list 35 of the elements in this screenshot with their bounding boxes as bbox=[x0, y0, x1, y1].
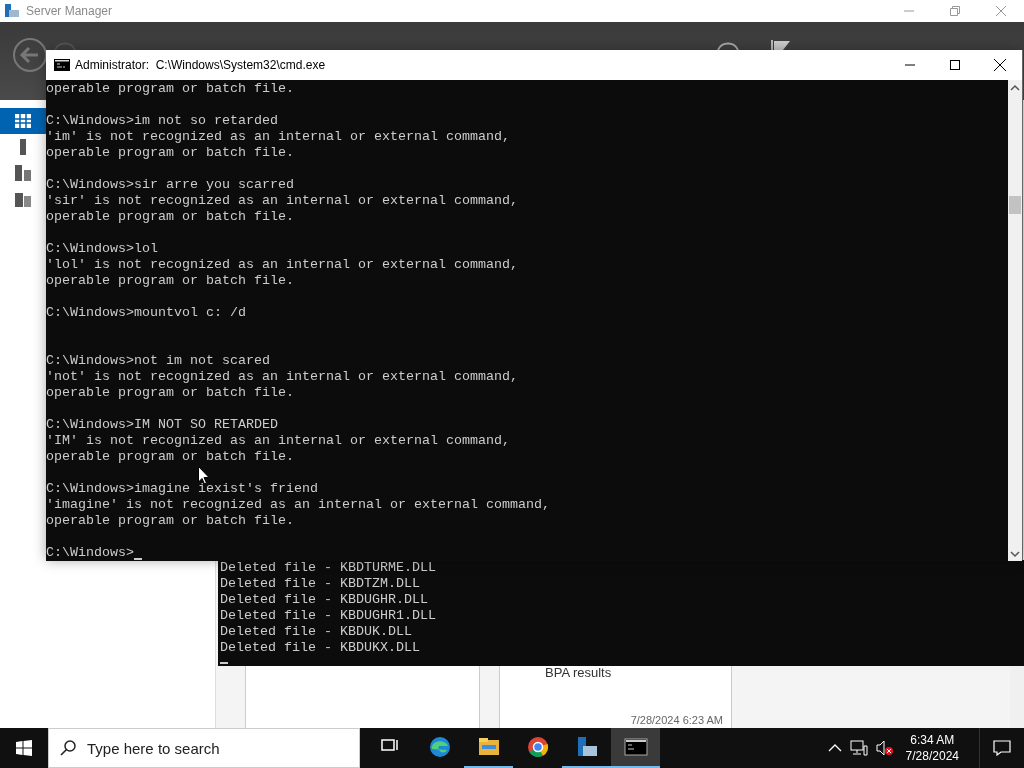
console-line: C:\Windows>sir arre you scarred bbox=[46, 177, 294, 193]
console-line: operable program or batch file. bbox=[46, 273, 294, 289]
console-line: C:\Windows>imagine iexist's friend bbox=[46, 481, 318, 497]
console-line: operable program or batch file. bbox=[46, 385, 294, 401]
console-line: C:\Windows>lol bbox=[46, 241, 158, 257]
console-line: operable program or batch file. bbox=[46, 209, 294, 225]
window-title: Server Manager bbox=[26, 4, 114, 18]
console-line: Deleted file - KBDTZM.DLL bbox=[220, 576, 420, 592]
clock-time: 6:34 AM bbox=[910, 732, 955, 748]
console-line: C:\Windows>not im not scared bbox=[46, 353, 270, 369]
console-line: 'im' is not recognized as an internal or external command, bbox=[46, 129, 510, 145]
console-line: 'sir' is not recognized as an internal or external command, bbox=[46, 193, 518, 209]
console-line: operable program or batch file. bbox=[46, 513, 294, 529]
console-line: Deleted file - KBDUK.DLL bbox=[220, 624, 412, 640]
tile-time: 7/28/2024 6:23 AM bbox=[630, 714, 723, 726]
tile-title: BPA results bbox=[545, 665, 612, 680]
command-prompt: C:\Windows> bbox=[46, 545, 134, 561]
window-title: Administrator: C:\Windows\System32\cmd.exe bbox=[75, 58, 327, 72]
clock-date: 7/28/2024 bbox=[905, 748, 959, 764]
console-line: C:\Windows>mountvol c: /d bbox=[46, 305, 246, 321]
clock[interactable]: 6:34 AM 7/28/2024 bbox=[905, 732, 959, 764]
console-line: 'not' is not recognized as an internal or external command, bbox=[46, 369, 518, 385]
console-line: operable program or batch file. bbox=[46, 449, 294, 465]
console-line: operable program or batch file. bbox=[46, 81, 294, 97]
console-line: Deleted file - KBDUGHR.DLL bbox=[220, 592, 428, 608]
search-field[interactable]: Type here to search bbox=[48, 728, 360, 768]
console-line: C:\Windows>IM NOT SO RETARDED bbox=[46, 417, 278, 433]
console-line: 'IM' is not recognized as an internal or external command, bbox=[46, 433, 510, 449]
console-line: Deleted file - KBDUKX.DLL bbox=[220, 640, 420, 656]
console-line: Deleted file - KBDUGHR1.DLL bbox=[220, 608, 436, 624]
console-line: C:\Windows>im not so retarded bbox=[46, 113, 278, 129]
console-line: Deleted file - KBDTURME.DLL bbox=[220, 560, 436, 576]
console-line: 'imagine' is not recognized as an internal or external command, bbox=[46, 497, 550, 513]
console-line: operable program or batch file. bbox=[46, 145, 294, 161]
console-line: 'lol' is not recognized as an internal or external command, bbox=[46, 257, 518, 273]
